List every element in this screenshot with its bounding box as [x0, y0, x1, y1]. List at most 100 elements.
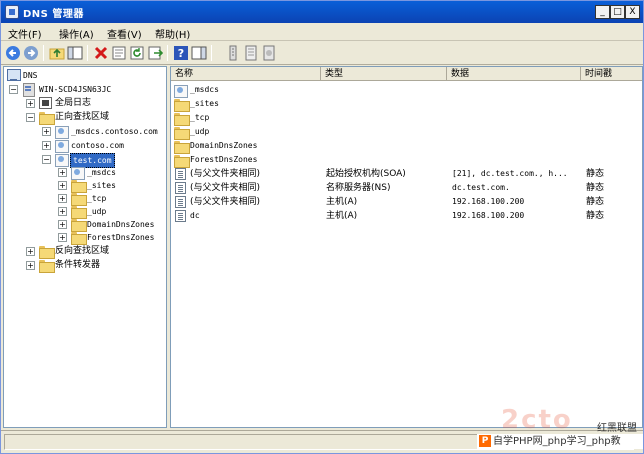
- record-icon[interactable]: [225, 45, 241, 61]
- show-hide-tree-icon[interactable]: [67, 45, 83, 61]
- tree-label: 全局日志: [55, 98, 92, 108]
- tree-label: DNS: [23, 71, 38, 80]
- dns-manager-window: DNS 管理器 _ □ X 文件(F) 操作(A) 查看(V) 帮助(H) ?: [0, 0, 644, 454]
- dns-app-icon: [5, 5, 19, 19]
- watermark-logo: 2cto: [501, 405, 573, 435]
- list-item-name: _tcp: [190, 113, 210, 122]
- folder-icon: [71, 206, 87, 219]
- expand-toggle[interactable]: +: [42, 127, 51, 136]
- collapse-toggle[interactable]: −: [9, 85, 18, 94]
- record-type: 主机(A): [326, 211, 358, 221]
- expand-toggle[interactable]: +: [42, 141, 51, 150]
- toolbar-separator: [87, 45, 88, 61]
- menu-view[interactable]: 查看(V): [107, 26, 142, 41]
- export-icon[interactable]: [147, 45, 163, 61]
- detail-icon[interactable]: [261, 45, 277, 61]
- list-item[interactable]: _udp: [171, 125, 642, 140]
- folder-icon: [174, 113, 190, 126]
- folder-icon: [71, 219, 87, 232]
- delete-icon[interactable]: [93, 45, 109, 61]
- tree-label: 条件转发器: [55, 260, 101, 270]
- tree-label: 正向查找区域: [55, 112, 110, 122]
- tree-label: WIN-SCD4JSN63JC: [39, 85, 112, 94]
- menu-action[interactable]: 操作(A): [59, 26, 94, 41]
- expand-toggle[interactable]: +: [58, 233, 67, 242]
- list-item[interactable]: _msdcs: [171, 83, 642, 98]
- list-item-name: _msdcs: [190, 85, 219, 94]
- table-row[interactable]: (与父文件夹相同) 名称服务器(NS) dc.test.com. 静态: [171, 181, 642, 195]
- dns-root-icon: [7, 69, 21, 81]
- list-item[interactable]: DomainDnsZones: [171, 139, 642, 154]
- toolbar-separator: [43, 45, 44, 61]
- console-tree[interactable]: DNS − WIN-SCD4JSN63JC + 全局日志 − 正向查找区域 + …: [3, 66, 167, 428]
- list-item[interactable]: _sites: [171, 97, 642, 112]
- tree-label: _msdcs.contoso.com: [71, 127, 158, 136]
- zone-icon: [174, 84, 188, 98]
- properties-icon[interactable]: [111, 45, 127, 61]
- back-icon[interactable]: [5, 45, 21, 61]
- expand-toggle[interactable]: +: [58, 194, 67, 203]
- restore-button[interactable]: □: [610, 5, 625, 19]
- expand-toggle[interactable]: +: [58, 168, 67, 177]
- record-name: dc: [190, 211, 200, 220]
- list-item-name: ForestDnsZones: [190, 155, 258, 164]
- close-button[interactable]: X: [625, 5, 640, 19]
- record-type: 名称服务器(NS): [326, 183, 391, 193]
- folder-icon: [174, 141, 190, 154]
- folder-icon: [39, 260, 55, 273]
- record-data: 192.168.100.200: [452, 197, 525, 206]
- zone-icon: [55, 139, 69, 153]
- table-row[interactable]: (与父文件夹相同) 主机(A) 192.168.100.200 静态: [171, 195, 642, 209]
- expand-toggle[interactable]: +: [26, 99, 35, 108]
- expand-toggle[interactable]: +: [58, 220, 67, 229]
- tree-label: ForestDnsZones: [87, 233, 155, 242]
- table-row[interactable]: (与父文件夹相同) 起始授权机构(SOA) [21], dc.test.com.…: [171, 167, 642, 181]
- tree-label: DomainDnsZones: [87, 220, 155, 229]
- folder-icon: [39, 112, 55, 125]
- folder-icon: [39, 246, 55, 259]
- expand-toggle[interactable]: +: [26, 247, 35, 256]
- column-header-timestamp[interactable]: 时间戳: [581, 67, 642, 81]
- server-icon: [22, 83, 36, 97]
- title-bar[interactable]: DNS 管理器 _ □ X: [1, 1, 643, 23]
- up-icon[interactable]: [49, 45, 65, 61]
- expand-toggle[interactable]: +: [26, 261, 35, 270]
- folder-icon: [71, 193, 87, 206]
- column-header-data[interactable]: 数据: [447, 67, 581, 81]
- results-list[interactable]: 名称 类型 数据 时间戳 _msdcs _sites _tcp _udp Dom…: [170, 66, 643, 428]
- minimize-button[interactable]: _: [595, 5, 610, 19]
- record-name: (与父文件夹相同): [190, 169, 261, 179]
- record-type: 起始授权机构(SOA): [326, 169, 406, 179]
- watermark-bar-icon: P: [479, 435, 491, 447]
- expand-toggle[interactable]: +: [58, 181, 67, 190]
- record-timestamp: 静态: [586, 211, 605, 221]
- svg-text:?: ?: [178, 47, 184, 60]
- menu-help[interactable]: 帮助(H): [155, 26, 190, 41]
- column-header-type[interactable]: 类型: [321, 67, 447, 81]
- record-name: (与父文件夹相同): [190, 197, 261, 207]
- list-item[interactable]: _tcp: [171, 111, 642, 126]
- watermark-bar: P 自学PHP网_php学习_php教: [477, 434, 643, 449]
- folder-icon: [71, 232, 87, 245]
- menu-file[interactable]: 文件(F): [8, 26, 42, 41]
- column-header-name[interactable]: 名称: [171, 67, 321, 81]
- toolbar-separator: [211, 45, 212, 61]
- help-icon[interactable]: ?: [173, 45, 189, 61]
- collapse-toggle[interactable]: −: [42, 155, 51, 164]
- list-icon[interactable]: [243, 45, 259, 61]
- record-icon: [175, 182, 186, 194]
- tree-label: _msdcs: [87, 168, 116, 177]
- toolbar-separator: [167, 45, 168, 61]
- list-item[interactable]: ForestDnsZones: [171, 153, 642, 168]
- zone-icon: [55, 153, 69, 167]
- watermark-bar-text: 自学PHP网_php学习_php教: [493, 436, 621, 447]
- refresh-icon[interactable]: [129, 45, 145, 61]
- forward-icon[interactable]: [23, 45, 39, 61]
- collapse-toggle[interactable]: −: [26, 113, 35, 122]
- record-timestamp: 静态: [586, 183, 605, 193]
- watermark-side-text: 红黑联盟: [597, 423, 637, 434]
- table-row[interactable]: dc 主机(A) 192.168.100.200 静态: [171, 209, 642, 223]
- tree-label: 反向查找区域: [55, 246, 110, 256]
- expand-toggle[interactable]: +: [58, 207, 67, 216]
- action-pane-icon[interactable]: [191, 45, 207, 61]
